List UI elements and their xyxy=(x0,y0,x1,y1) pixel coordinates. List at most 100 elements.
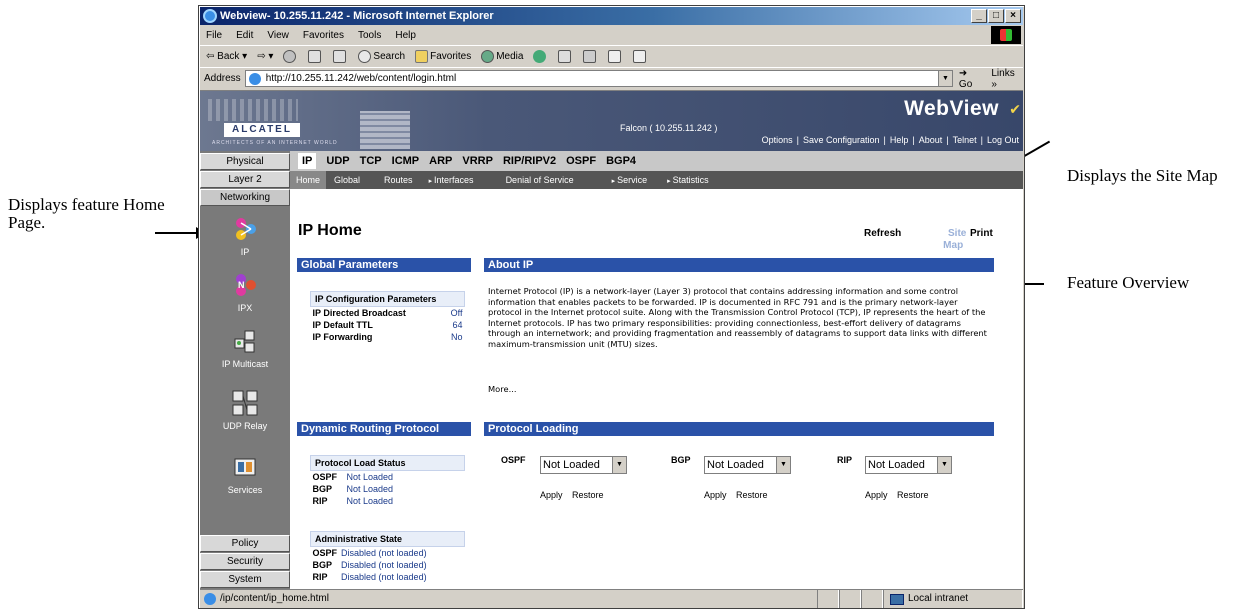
address-dropdown-icon[interactable]: ▼ xyxy=(937,71,952,86)
refresh-icon[interactable] xyxy=(308,49,322,63)
protocol-label: BGP xyxy=(312,484,333,494)
bgp-restore-link[interactable]: Restore xyxy=(736,490,768,500)
status-pane xyxy=(817,590,839,608)
site-map-link[interactable]: Site Map xyxy=(943,228,967,252)
menu-file[interactable]: File xyxy=(206,30,222,41)
rip-apply-link[interactable]: Apply xyxy=(865,490,888,500)
tab-rip-ripv2[interactable]: RIP/RIPV2 xyxy=(503,155,556,167)
tab-vrrp[interactable]: VRRP xyxy=(462,155,493,167)
tab-udp[interactable]: UDP xyxy=(326,155,349,167)
nav-item-ip-multicast[interactable]: IP Multicast xyxy=(200,327,290,369)
close-button[interactable]: × xyxy=(1005,9,1021,23)
bgp-apply-link[interactable]: Apply xyxy=(704,490,727,500)
print-link[interactable]: Print xyxy=(970,228,993,239)
subnav-interfaces[interactable]: Interfaces xyxy=(423,175,480,185)
link-telnet[interactable]: Telnet xyxy=(953,135,977,145)
refresh-link[interactable]: Refresh xyxy=(864,228,901,239)
bgp-load-select[interactable]: Not Loaded ▼ xyxy=(704,456,791,474)
nav-policy[interactable]: Policy xyxy=(200,535,290,552)
maximize-button[interactable]: □ xyxy=(988,9,1004,23)
protocol-status: Not Loaded xyxy=(346,496,394,506)
edit-icon[interactable] xyxy=(608,49,622,63)
nav-networking[interactable]: Networking xyxy=(200,189,290,206)
nav-physical[interactable]: Physical xyxy=(200,153,290,170)
history-icon[interactable] xyxy=(533,49,547,63)
address-label: Address xyxy=(204,73,241,84)
ospf-restore-link[interactable]: Restore xyxy=(572,490,604,500)
link-separator: | xyxy=(946,135,949,145)
minimize-button[interactable]: _ xyxy=(971,9,987,23)
address-input[interactable]: http://10.255.11.242/web/content/login.h… xyxy=(244,70,953,87)
menu-bar: File Edit View Favorites Tools Help xyxy=(200,26,1023,44)
chevron-down-icon: ▼ xyxy=(612,457,626,473)
ospf-apply-link[interactable]: Apply xyxy=(540,490,563,500)
discuss-icon[interactable] xyxy=(633,49,647,63)
home-icon[interactable] xyxy=(333,49,347,63)
menu-help[interactable]: Help xyxy=(395,30,416,41)
site-map-label-2: Map xyxy=(943,240,964,251)
tab-icmp[interactable]: ICMP xyxy=(392,155,420,167)
protocol-label: RIP xyxy=(312,572,328,582)
nav-system[interactable]: System xyxy=(200,571,290,588)
admin-state-title: Administrative State xyxy=(310,531,465,547)
link-help[interactable]: Help xyxy=(890,135,909,145)
subnav-global[interactable]: Global xyxy=(328,175,366,185)
more-link[interactable]: More... xyxy=(488,384,516,394)
forward-button[interactable]: ⇨ ▾ xyxy=(257,51,273,62)
sub-navigation: Home Global Routes Interfaces Denial of … xyxy=(290,171,1023,189)
search-button[interactable]: Search xyxy=(358,49,405,63)
nav-layer-2[interactable]: Layer 2 xyxy=(200,171,290,188)
rip-load-select[interactable]: Not Loaded ▼ xyxy=(865,456,952,474)
menu-tools[interactable]: Tools xyxy=(358,30,381,41)
tab-ospf[interactable]: OSPF xyxy=(566,155,596,167)
link-about[interactable]: About xyxy=(919,135,943,145)
subnav-service[interactable]: Service xyxy=(606,175,653,185)
favorites-button[interactable]: Favorites xyxy=(415,49,471,63)
media-button[interactable]: Media xyxy=(481,49,523,63)
nav-item-services[interactable]: Services xyxy=(200,453,290,495)
back-button[interactable]: ⇦ Back ▾ xyxy=(206,51,247,62)
links-button[interactable]: Links » xyxy=(991,68,1023,90)
subnav-denial-of-service[interactable]: Denial of Service xyxy=(500,175,580,185)
param-value: No xyxy=(450,332,463,342)
nav-security[interactable]: Security xyxy=(200,553,290,570)
nav-item-udp-relay[interactable]: UDP Relay xyxy=(200,389,290,431)
param-value: 64 xyxy=(452,320,463,330)
link-separator: | xyxy=(980,135,983,145)
banner: ALCATEL ARCHITECTS OF AN INTERNET WORLD … xyxy=(200,91,1023,151)
param-label: IP Directed Broadcast xyxy=(312,308,406,318)
tab-ip[interactable]: IP xyxy=(298,153,317,169)
stop-icon[interactable] xyxy=(283,49,297,63)
subnav-home[interactable]: Home xyxy=(290,171,327,189)
menu-favorites[interactable]: Favorites xyxy=(303,30,344,41)
link-options[interactable]: Options xyxy=(762,135,793,145)
tab-arp[interactable]: ARP xyxy=(429,155,452,167)
browser-window: Webview- 10.255.11.242 - Microsoft Inter… xyxy=(198,5,1025,609)
link-save-configuration[interactable]: Save Configuration xyxy=(803,135,880,145)
nav-item-ipx[interactable]: N IPX xyxy=(200,271,290,313)
mail-icon[interactable] xyxy=(558,49,572,63)
table-row: IP Default TTL 64 xyxy=(311,319,465,331)
site-map-label-1: Site xyxy=(948,228,967,239)
menu-edit[interactable]: Edit xyxy=(236,30,253,41)
print-icon[interactable] xyxy=(583,49,597,63)
ospf-load-select[interactable]: Not Loaded ▼ xyxy=(540,456,627,474)
nav-item-ip[interactable]: IP xyxy=(200,215,290,257)
table-row: BGP Not Loaded xyxy=(311,483,465,495)
subnav-routes[interactable]: Routes xyxy=(378,175,419,185)
chevron-down-icon: ▼ xyxy=(937,457,951,473)
tab-tcp[interactable]: TCP xyxy=(360,155,382,167)
title-bar: Webview- 10.255.11.242 - Microsoft Inter… xyxy=(200,7,1023,25)
callout-home-page: Displays feature Home Page. xyxy=(8,195,165,232)
table-row: RIP Not Loaded xyxy=(311,495,465,507)
tab-bgp4[interactable]: BGP4 xyxy=(606,155,636,167)
go-button[interactable]: ➜ Go xyxy=(959,68,983,90)
rip-restore-link[interactable]: Restore xyxy=(897,490,929,500)
protocol-admin-state: Disabled (not loaded) xyxy=(341,548,427,558)
link-log-out[interactable]: Log Out xyxy=(987,135,1019,145)
link-separator: | xyxy=(796,135,799,145)
subnav-statistics[interactable]: Statistics xyxy=(661,175,714,185)
table-row: IP Forwarding No xyxy=(311,331,465,343)
menu-view[interactable]: View xyxy=(267,30,289,41)
callout-feature-overview: Feature Overview xyxy=(1067,273,1190,292)
